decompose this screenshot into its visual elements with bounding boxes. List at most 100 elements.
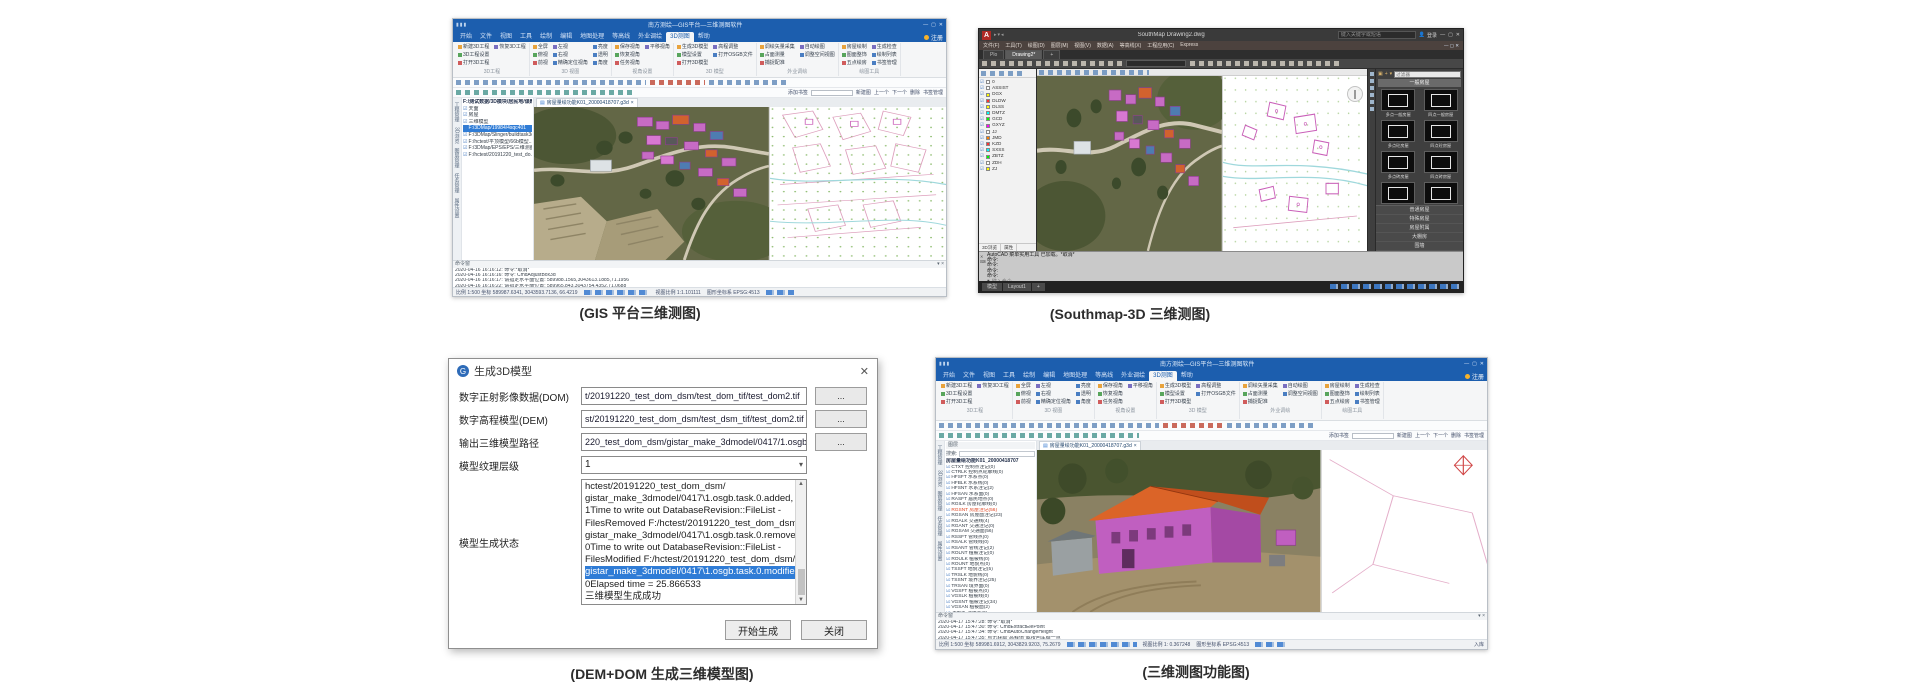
checkbox-icon[interactable]: ☑ — [946, 600, 950, 605]
ribbon-button[interactable]: 恢复视角 — [615, 51, 640, 59]
palette-cell[interactable]: 四点混房屋 — [1421, 182, 1462, 205]
side-tab[interactable]: 任务管理 — [454, 173, 461, 193]
ribbon-button[interactable]: 右视 — [1036, 390, 1071, 398]
checkbox-icon[interactable]: ☑ — [946, 551, 950, 556]
ribbon-button[interactable]: 亮度 — [593, 43, 608, 51]
ribbon-button[interactable]: 生成检查 — [1355, 382, 1380, 390]
palette-cell[interactable]: 四点一般房屋 — [1421, 89, 1462, 118]
document-tab[interactable]: ▤房屋量绘功能K01_20000418707.g3d× — [536, 98, 638, 107]
ribbon-tab[interactable]: 帮助 — [1177, 371, 1197, 381]
file-tab[interactable]: Plo — [983, 50, 1004, 59]
left-panel-tab[interactable]: 3D浏览 — [979, 244, 1001, 251]
side-tab[interactable]: 任务管理 — [937, 516, 944, 536]
palette-section-row[interactable]: 普通房屋 — [1376, 206, 1463, 215]
menu-item[interactable]: Express — [1180, 42, 1198, 49]
status-toggle-icons[interactable] — [766, 290, 794, 295]
delete-button[interactable]: 删除 — [910, 89, 920, 96]
log-panel-icons[interactable]: ▾ × — [1478, 613, 1485, 620]
tree-item[interactable]: ☑房屋 — [463, 112, 532, 119]
ribbon-button[interactable]: 平移视角 — [645, 43, 670, 51]
maximize-icon[interactable]: ▢ — [1472, 361, 1477, 367]
menu-item[interactable]: 图层(M) — [1051, 42, 1069, 49]
palette-cell[interactable]: 多点混房屋 — [1378, 182, 1419, 205]
ribbon-tab[interactable]: 视图 — [979, 371, 999, 381]
ribbon-button[interactable]: 占面测量 — [1243, 390, 1278, 398]
toolbar-icons-strip[interactable] — [650, 80, 705, 85]
next-button[interactable]: 下一个 — [1433, 432, 1448, 439]
ribbon-button[interactable]: 调绘矢量采集 — [760, 43, 795, 51]
minimize-icon[interactable]: — — [923, 22, 928, 28]
toolbar[interactable] — [979, 59, 1463, 69]
register-label[interactable]: 注册 — [931, 33, 943, 42]
ribbon-button[interactable]: 3D工程设置 — [941, 390, 972, 398]
ribbon-button[interactable]: 保存视角 — [1098, 382, 1123, 390]
close-tab-icon[interactable]: × — [631, 99, 634, 107]
close-icon[interactable]: ✕ — [860, 365, 869, 378]
status-toggle-icons[interactable] — [1330, 284, 1460, 289]
new-view-button[interactable]: 新建图 — [1397, 432, 1412, 439]
ribbon-tab[interactable]: 3D测图 — [1149, 371, 1177, 381]
ribbon-button[interactable]: 精确定位视角 — [1036, 398, 1071, 406]
ribbon-tab[interactable]: 文件 — [476, 32, 496, 42]
new-view-button[interactable]: 新建图 — [856, 89, 871, 96]
ribbon-button[interactable]: 绘制列表 — [872, 51, 897, 59]
layout-tab[interactable]: + — [1032, 283, 1045, 291]
layout-tab[interactable]: 模型 — [982, 283, 1002, 291]
maximize-icon[interactable]: ▢ — [931, 22, 936, 28]
layer-dropdown[interactable] — [1126, 60, 1186, 67]
browse-button[interactable]: ... — [815, 433, 867, 451]
menu-item[interactable]: 等高线(X) — [1120, 42, 1142, 49]
aerial-imagery-view[interactable] — [534, 107, 769, 260]
checkbox-icon[interactable]: ☑ — [463, 152, 467, 158]
left-panel-tab[interactable]: 属性 — [1001, 244, 1017, 251]
bookmark-manager-button[interactable]: 书签管理 — [923, 89, 943, 96]
ribbon-button[interactable]: 俯视 — [533, 51, 548, 59]
path-input[interactable]: 220_test_dom_dsm/gistar_make_3dmodel/041… — [581, 433, 807, 451]
ribbon-button[interactable]: 全屏 — [533, 43, 548, 51]
tree-root[interactable]: 房屋量绘功能K01_20000418707 — [946, 458, 1035, 465]
ribbon-button[interactable]: 五点绘房 — [1325, 398, 1350, 406]
menu-item[interactable]: 工具(T) — [1005, 42, 1021, 49]
toolbar-icons-strip[interactable] — [982, 61, 1122, 66]
tree-item[interactable]: ☑三维模型 — [463, 119, 532, 126]
toolbar-icons-strip[interactable] — [1190, 61, 1340, 66]
vector-map-view[interactable] — [1321, 450, 1488, 612]
bookmark-name-input[interactable] — [1352, 433, 1394, 439]
ribbon-tab[interactable]: 工具 — [516, 32, 536, 42]
close-icon[interactable]: ✕ — [939, 22, 943, 28]
ribbon-tab[interactable]: 绘制 — [1019, 371, 1039, 381]
checkbox-icon[interactable]: ☑ — [946, 519, 950, 524]
ribbon-button[interactable]: 恢复3D工程 — [494, 43, 525, 51]
bookmark-name-input[interactable] — [811, 90, 853, 96]
building-footprint-thumbnail[interactable] — [1381, 89, 1415, 111]
toolbar-icons-strip[interactable] — [939, 433, 1139, 438]
minimize-icon[interactable]: — — [1464, 361, 1469, 367]
ribbon-button[interactable]: 恢复3D工程 — [977, 382, 1008, 390]
app-logo-icon[interactable]: A — [982, 31, 991, 40]
ribbon-button[interactable]: 打开3D工程 — [941, 398, 972, 406]
checkbox-icon[interactable]: ☑ — [463, 112, 467, 118]
browse-button[interactable]: ... — [815, 410, 867, 428]
building-footprint-thumbnail[interactable] — [1381, 182, 1415, 204]
3d-model-view[interactable] — [1037, 450, 1321, 612]
close-tab-icon[interactable]: × — [1134, 442, 1137, 450]
ribbon-button[interactable]: 模型设置 — [1160, 390, 1191, 398]
vector-map-view[interactable] — [1222, 76, 1367, 251]
menu-item[interactable]: 绘图(D) — [1028, 42, 1045, 49]
palette-cell[interactable]: 四点砼房屋 — [1421, 120, 1462, 149]
side-tab[interactable]: 工程管理 — [937, 445, 944, 465]
tree-item[interactable]: ☑F:/3DMap/EPS/EPS/三维测图... — [463, 145, 532, 152]
ribbon-button[interactable]: 自动绘图 — [1283, 382, 1318, 390]
checkbox-icon[interactable]: ☑ — [946, 465, 950, 470]
checkbox-icon[interactable]: ☑ — [946, 589, 950, 594]
ribbon-button[interactable]: 自动绘图 — [800, 43, 835, 51]
checkbox-icon[interactable]: ☑ — [946, 508, 950, 513]
checkbox-icon[interactable]: ☑ — [946, 573, 950, 578]
side-tab[interactable]: 属性设置 — [937, 541, 944, 561]
ribbon-button[interactable]: 模型设置 — [677, 51, 708, 59]
palette-cell[interactable]: 多点一般房屋 — [1378, 89, 1419, 118]
quick-access-icons[interactable]: ▮▮▮ — [939, 361, 950, 367]
side-tab[interactable]: 图层管理 — [454, 148, 461, 168]
ribbon-button[interactable]: 占面测量 — [760, 51, 795, 59]
palette-cell[interactable]: 四点砖房屋 — [1421, 151, 1462, 180]
